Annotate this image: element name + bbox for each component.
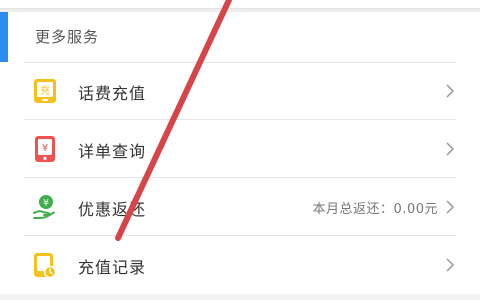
- svg-text:充: 充: [40, 84, 50, 97]
- cashback-icon: ¥: [33, 195, 55, 219]
- section-accent-bar: [0, 12, 8, 62]
- section-title: 更多服务: [35, 28, 100, 46]
- divider: [24, 62, 456, 63]
- service-item-cashback[interactable]: ¥ 优惠返还 本月总返还：0.00元: [0, 178, 480, 236]
- more-services-section: 更多服务 充 话费充值 ¥ 详单查询 ¥ 优惠返还 本月总返还：0.00元 充值…: [0, 12, 480, 300]
- section-header: 更多服务: [0, 12, 480, 62]
- service-item-label: 充值记录: [78, 258, 147, 277]
- chevron-right-icon: [446, 84, 455, 98]
- svg-text:¥: ¥: [42, 143, 48, 154]
- next-section-edge: [0, 294, 480, 300]
- service-item-recharge[interactable]: 充 话费充值: [0, 62, 480, 120]
- previous-section-edge: [0, 0, 480, 9]
- svg-text:¥: ¥: [43, 199, 49, 209]
- chevron-right-icon: [446, 200, 455, 214]
- service-item-label: 话费充值: [78, 84, 147, 103]
- monthly-cashback-total: 本月总返还：0.00元: [312, 202, 438, 217]
- service-item-bill-query[interactable]: ¥ 详单查询: [0, 120, 480, 178]
- recharge-record-icon: [34, 253, 57, 279]
- chevron-right-icon: [446, 142, 455, 156]
- phone-bill-icon: ¥: [35, 136, 55, 162]
- service-item-recharge-record[interactable]: 充值记录: [0, 236, 480, 294]
- service-item-label: 优惠返还: [78, 200, 147, 219]
- recharge-card-icon: 充: [34, 79, 56, 103]
- service-item-label: 详单查询: [78, 142, 147, 161]
- chevron-right-icon: [446, 258, 455, 272]
